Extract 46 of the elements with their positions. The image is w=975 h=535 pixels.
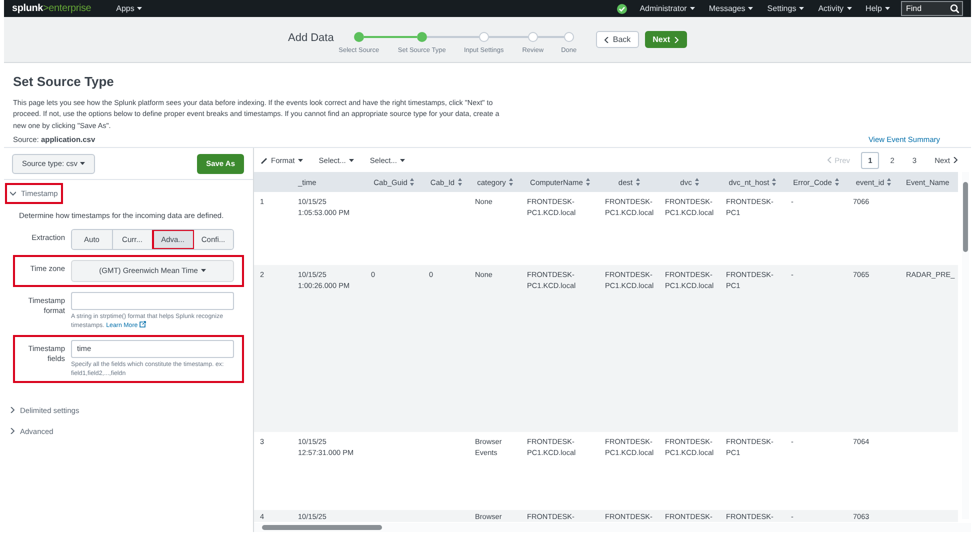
chevron-right-icon	[674, 36, 679, 42]
sort-icon	[694, 178, 699, 186]
sort-icon	[410, 178, 414, 186]
caret-icon	[348, 158, 354, 162]
caret-icon	[885, 7, 890, 10]
chevron-right-icon	[10, 428, 15, 434]
caret-icon	[137, 7, 142, 10]
caret-icon	[80, 162, 86, 166]
chevron-down-icon	[10, 190, 16, 196]
caret-icon	[748, 7, 754, 10]
sort-icon	[586, 178, 590, 186]
search-field[interactable]: Find	[901, 1, 963, 16]
caret-icon	[200, 269, 206, 272]
nav-menu[interactable]: Settings	[760, 2, 812, 14]
horizontal-scrollbar[interactable]	[254, 523, 971, 532]
logo: splunk>enterprise	[12, 2, 92, 16]
sort-icon	[458, 178, 462, 186]
nav-menu[interactable]: Messages	[702, 2, 760, 14]
next-button[interactable]: Next	[644, 31, 687, 48]
sort-icon	[636, 178, 640, 186]
nav-menu[interactable]: Administrator	[632, 2, 702, 14]
caret-icon	[400, 158, 405, 162]
caret-icon	[846, 7, 852, 10]
pencil-icon	[260, 156, 268, 164]
sort-icon	[834, 178, 839, 186]
nav-menu[interactable]: Activity	[811, 2, 859, 14]
chevron-left-icon	[604, 36, 609, 42]
check-circle-icon	[616, 4, 627, 14]
nav-menu[interactable]: Help	[858, 2, 897, 14]
caret-icon	[298, 158, 303, 162]
chevron-left-icon	[826, 157, 832, 164]
sort-icon	[772, 178, 776, 186]
wizard-title: Add Data	[288, 31, 334, 46]
nav-menu[interactable]: Apps	[109, 2, 150, 14]
chevron-right-icon	[10, 407, 15, 414]
sort-icon	[508, 178, 513, 186]
text-input[interactable]	[71, 292, 234, 310]
caret-icon	[690, 7, 695, 10]
vertical-scrollbar[interactable]	[962, 172, 969, 520]
back-button[interactable]: Back	[596, 31, 639, 48]
sort-icon	[887, 178, 892, 186]
external-link-icon	[139, 321, 146, 328]
chevron-right-icon	[953, 157, 958, 164]
page-title: Set Source Type	[13, 74, 115, 90]
search-icon	[950, 4, 959, 13]
caret-icon	[799, 7, 804, 10]
